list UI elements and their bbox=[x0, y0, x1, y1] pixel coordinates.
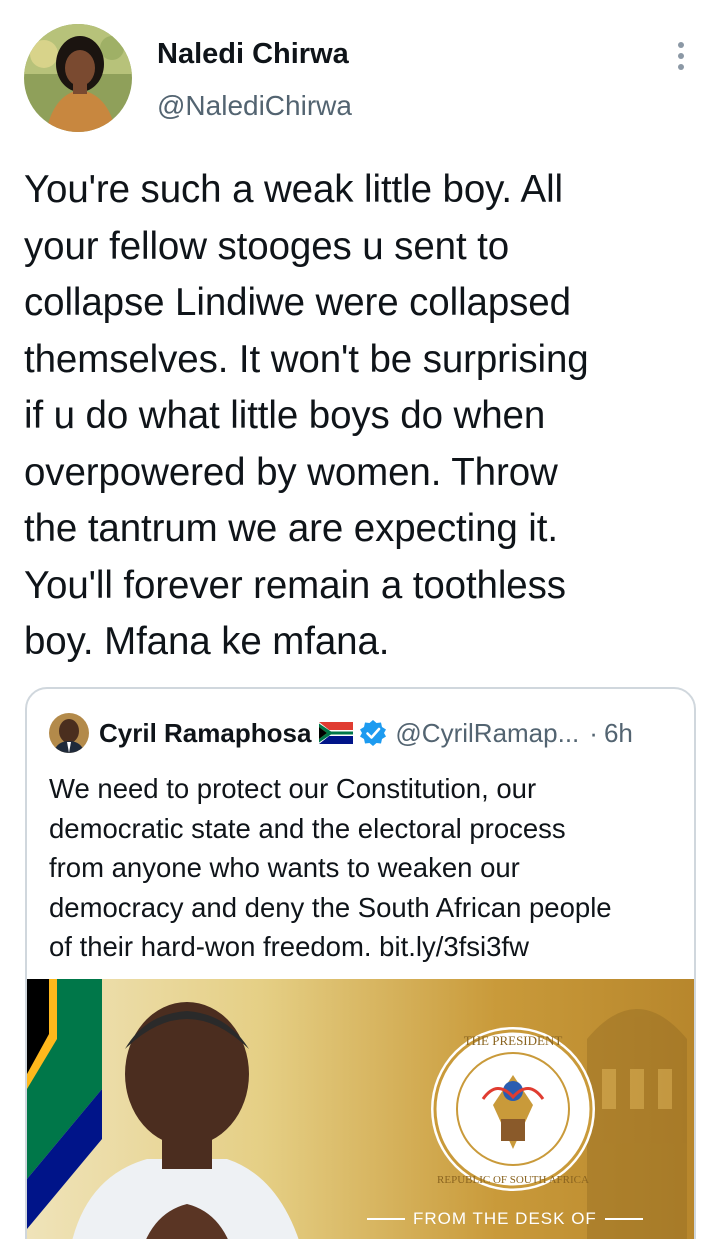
author-handle[interactable]: @NalediChirwa bbox=[157, 90, 352, 122]
quoted-tweet[interactable]: Cyril Ramaphosa @CyrilRamap... · 6h We n… bbox=[25, 687, 696, 1239]
south-africa-flag-icon bbox=[319, 722, 354, 744]
quoted-author-avatar[interactable] bbox=[49, 713, 89, 753]
quoted-tweet-text: We need to protect our Constitution, our… bbox=[49, 773, 612, 962]
quoted-tweet-image[interactable]: THE PRESIDENT REPUBLIC OF SOUTH AFRICA F… bbox=[27, 979, 694, 1239]
caption-line-right bbox=[604, 1218, 643, 1220]
quoted-author-handle[interactable]: @CyrilRamap... bbox=[395, 718, 579, 749]
caption-line-left bbox=[367, 1218, 405, 1220]
tweet-text: You're such a weak little boy. All your … bbox=[24, 168, 589, 663]
author-name[interactable]: Naledi Chirwa bbox=[157, 38, 349, 71]
header-separator: · bbox=[589, 717, 598, 748]
caption-text: FROM THE DESK OF bbox=[413, 1209, 597, 1228]
more-vertical-icon[interactable] bbox=[664, 38, 698, 74]
more-dot bbox=[678, 64, 684, 70]
more-dot bbox=[678, 53, 684, 59]
quoted-author-name[interactable]: Cyril Ramaphosa bbox=[99, 718, 311, 749]
image-artwork: THE PRESIDENT REPUBLIC OF SOUTH AFRICA bbox=[27, 979, 687, 1239]
seal-bottom-text: REPUBLIC OF SOUTH AFRICA bbox=[437, 1174, 589, 1186]
image-caption: FROM THE DESK OF bbox=[367, 1209, 647, 1229]
more-dot bbox=[678, 42, 684, 48]
verified-badge-icon bbox=[359, 719, 387, 747]
quoted-tweet-time[interactable]: 6h bbox=[604, 718, 633, 749]
tweet-header: Naledi Chirwa @NalediChirwa bbox=[0, 0, 720, 150]
quoted-tweet-header: Cyril Ramaphosa @CyrilRamap... · 6h bbox=[49, 713, 679, 753]
seal-top-text: THE PRESIDENT bbox=[464, 1033, 563, 1048]
author-avatar[interactable] bbox=[24, 24, 132, 132]
